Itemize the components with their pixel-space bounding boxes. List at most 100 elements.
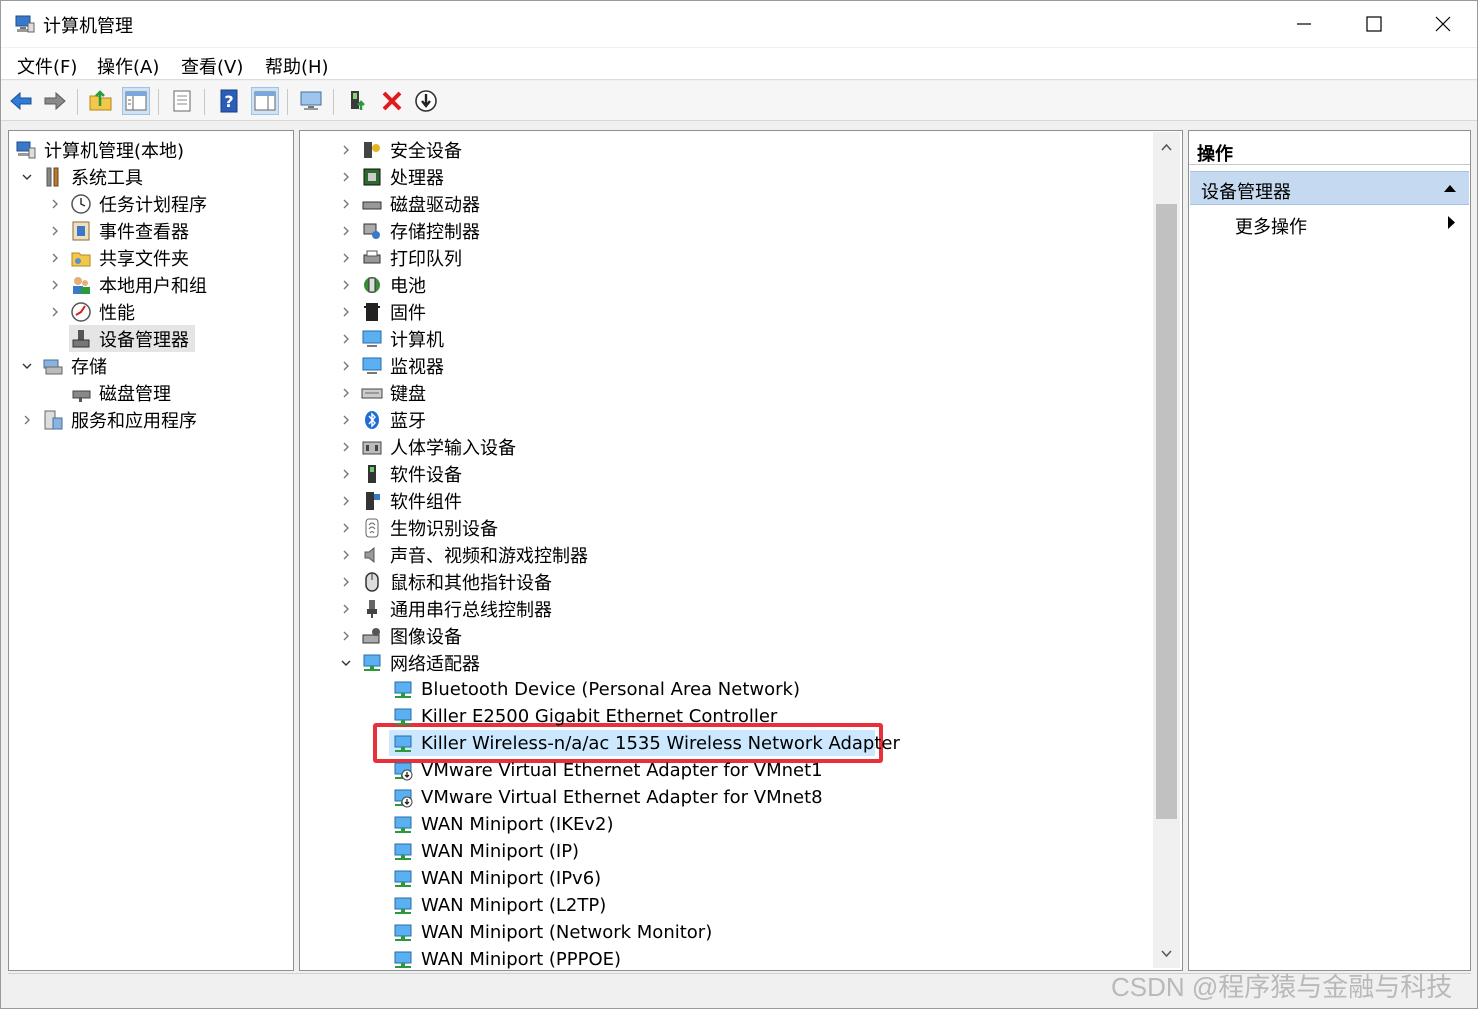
scrollbar-thumb[interactable] bbox=[1156, 204, 1177, 819]
device-category-item[interactable]: 人体学输入设备 bbox=[338, 433, 516, 460]
menu-file[interactable]: 文件(F) bbox=[17, 53, 77, 79]
action-pane-button[interactable] bbox=[251, 87, 279, 115]
help-button[interactable]: ? bbox=[215, 87, 243, 115]
network-adapter-item[interactable]: WAN Miniport (PPPOE) bbox=[391, 946, 621, 973]
tree-item-task-scheduler[interactable]: 任务计划程序 bbox=[47, 190, 207, 217]
close-button[interactable] bbox=[1408, 1, 1478, 47]
chevron-right-icon[interactable] bbox=[338, 331, 354, 347]
collapse-up-icon[interactable] bbox=[1443, 184, 1457, 193]
menu-help[interactable]: 帮助(H) bbox=[265, 53, 329, 79]
tree-item-storage[interactable]: 存储 bbox=[19, 352, 107, 379]
update-driver-button[interactable] bbox=[344, 87, 372, 115]
chevron-right-icon[interactable] bbox=[338, 304, 354, 320]
tree-item-event-viewer[interactable]: 事件查看器 bbox=[47, 217, 189, 244]
chevron-right-icon[interactable] bbox=[47, 223, 63, 239]
show-hide-tree-button[interactable] bbox=[122, 87, 150, 115]
device-category-item[interactable]: 图像设备 bbox=[338, 622, 462, 649]
tree-item-device-manager[interactable]: 设备管理器 bbox=[69, 325, 195, 352]
device-category-item[interactable]: 电池 bbox=[338, 271, 426, 298]
network-adapter-item[interactable]: VMware Virtual Ethernet Adapter for VMne… bbox=[391, 757, 823, 784]
device-category-item[interactable]: 监视器 bbox=[338, 352, 444, 379]
device-category-label: 软件组件 bbox=[390, 491, 462, 513]
scroll-up-icon[interactable] bbox=[1159, 140, 1174, 155]
menu-view[interactable]: 查看(V) bbox=[181, 53, 243, 79]
chevron-down-icon[interactable] bbox=[19, 358, 35, 374]
tree-item-services-apps[interactable]: 服务和应用程序 bbox=[19, 406, 197, 433]
device-category-item[interactable]: 通用串行总线控制器 bbox=[338, 595, 552, 622]
chevron-right-icon[interactable] bbox=[19, 412, 35, 428]
network-adapter-item-selected[interactable]: Killer Wireless-n/a/ac 1535 Wireless Net… bbox=[391, 730, 900, 757]
tree-item-system-tools[interactable]: 系统工具 bbox=[19, 163, 143, 190]
chevron-right-icon[interactable] bbox=[338, 250, 354, 266]
network-adapter-item[interactable]: Bluetooth Device (Personal Area Network) bbox=[391, 676, 800, 703]
device-category-item[interactable]: 声音、视频和游戏控制器 bbox=[338, 541, 588, 568]
chevron-right-icon[interactable] bbox=[338, 466, 354, 482]
device-category-item[interactable]: 固件 bbox=[338, 298, 426, 325]
minimize-button[interactable] bbox=[1269, 1, 1339, 47]
forward-button[interactable] bbox=[41, 87, 69, 115]
computer-monitor-button[interactable] bbox=[297, 87, 325, 115]
device-category-item[interactable]: 磁盘驱动器 bbox=[338, 190, 480, 217]
network-adapter-label: Killer E2500 Gigabit Ethernet Controller bbox=[421, 706, 778, 727]
chevron-right-icon[interactable] bbox=[338, 547, 354, 563]
tree-item-shared-folders[interactable]: 共享文件夹 bbox=[47, 244, 189, 271]
device-category-item[interactable]: 计算机 bbox=[338, 325, 444, 352]
scroll-down-icon[interactable] bbox=[1159, 946, 1174, 961]
maximize-button[interactable] bbox=[1339, 1, 1409, 47]
chevron-right-icon[interactable] bbox=[338, 628, 354, 644]
uninstall-device-button[interactable] bbox=[378, 87, 406, 115]
chevron-right-icon[interactable] bbox=[338, 277, 354, 293]
network-adapter-item[interactable]: WAN Miniport (Network Monitor) bbox=[391, 919, 712, 946]
network-adapter-label: VMware Virtual Ethernet Adapter for VMne… bbox=[421, 787, 823, 808]
vertical-scrollbar[interactable] bbox=[1153, 132, 1180, 968]
back-button[interactable] bbox=[7, 87, 35, 115]
device-category-item[interactable]: 存储控制器 bbox=[338, 217, 480, 244]
chevron-right-icon[interactable] bbox=[47, 196, 63, 212]
chevron-right-icon[interactable] bbox=[338, 439, 354, 455]
chevron-down-icon[interactable] bbox=[19, 169, 35, 185]
device-category-item[interactable]: 蓝牙 bbox=[338, 406, 426, 433]
chevron-down-icon[interactable] bbox=[338, 655, 354, 671]
network-adapter-item[interactable]: VMware Virtual Ethernet Adapter for VMne… bbox=[391, 784, 823, 811]
tree-item-disk-management[interactable]: 磁盘管理 bbox=[69, 379, 171, 406]
more-actions-item[interactable]: 更多操作 bbox=[1235, 213, 1307, 239]
up-folder-button[interactable] bbox=[87, 87, 115, 115]
chevron-right-icon[interactable] bbox=[338, 358, 354, 374]
chevron-right-icon[interactable] bbox=[338, 196, 354, 212]
tree-item-performance[interactable]: 性能 bbox=[47, 298, 135, 325]
device-category-item[interactable]: 鼠标和其他指针设备 bbox=[338, 568, 552, 595]
chevron-right-icon[interactable] bbox=[47, 304, 63, 320]
device-category-item[interactable]: 网络适配器 bbox=[338, 649, 480, 676]
chevron-right-icon[interactable] bbox=[47, 277, 63, 293]
chevron-right-icon[interactable] bbox=[338, 493, 354, 509]
scan-hardware-button[interactable] bbox=[412, 87, 440, 115]
actions-section-device-manager[interactable]: 设备管理器 bbox=[1190, 171, 1469, 205]
device-category-item[interactable]: 处理器 bbox=[338, 163, 444, 190]
tree-item-local-users[interactable]: 本地用户和组 bbox=[47, 271, 207, 298]
chevron-right-icon[interactable] bbox=[338, 223, 354, 239]
device-category-item[interactable]: 软件设备 bbox=[338, 460, 462, 487]
device-category-item[interactable]: 生物识别设备 bbox=[338, 514, 498, 541]
chevron-right-icon[interactable] bbox=[338, 601, 354, 617]
device-category-label: 人体学输入设备 bbox=[390, 437, 516, 459]
network-adapter-item[interactable]: Killer E2500 Gigabit Ethernet Controller bbox=[391, 703, 777, 730]
chevron-right-icon[interactable] bbox=[338, 169, 354, 185]
network-adapter-item[interactable]: WAN Miniport (IPv6) bbox=[391, 865, 601, 892]
network-adapter-item[interactable]: WAN Miniport (IP) bbox=[391, 838, 579, 865]
chevron-right-icon[interactable] bbox=[338, 385, 354, 401]
chevron-right-icon[interactable] bbox=[338, 574, 354, 590]
network-adapter-item[interactable]: WAN Miniport (L2TP) bbox=[391, 892, 606, 919]
menu-action[interactable]: 操作(A) bbox=[97, 53, 159, 79]
device-category-item[interactable]: 软件组件 bbox=[338, 487, 462, 514]
chevron-right-icon[interactable] bbox=[338, 412, 354, 428]
export-list-button[interactable] bbox=[168, 87, 196, 115]
device-category-item[interactable]: 安全设备 bbox=[338, 136, 462, 163]
chevron-right-icon[interactable] bbox=[338, 520, 354, 536]
chevron-right-icon[interactable] bbox=[47, 250, 63, 266]
device-category-item[interactable]: 键盘 bbox=[338, 379, 426, 406]
actions-header: 操作 bbox=[1189, 131, 1470, 165]
tree-item-root[interactable]: 计算机管理(本地) bbox=[14, 136, 184, 163]
network-adapter-item[interactable]: WAN Miniport (IKEv2) bbox=[391, 811, 614, 838]
chevron-right-icon[interactable] bbox=[338, 142, 354, 158]
device-category-item[interactable]: 打印队列 bbox=[338, 244, 462, 271]
